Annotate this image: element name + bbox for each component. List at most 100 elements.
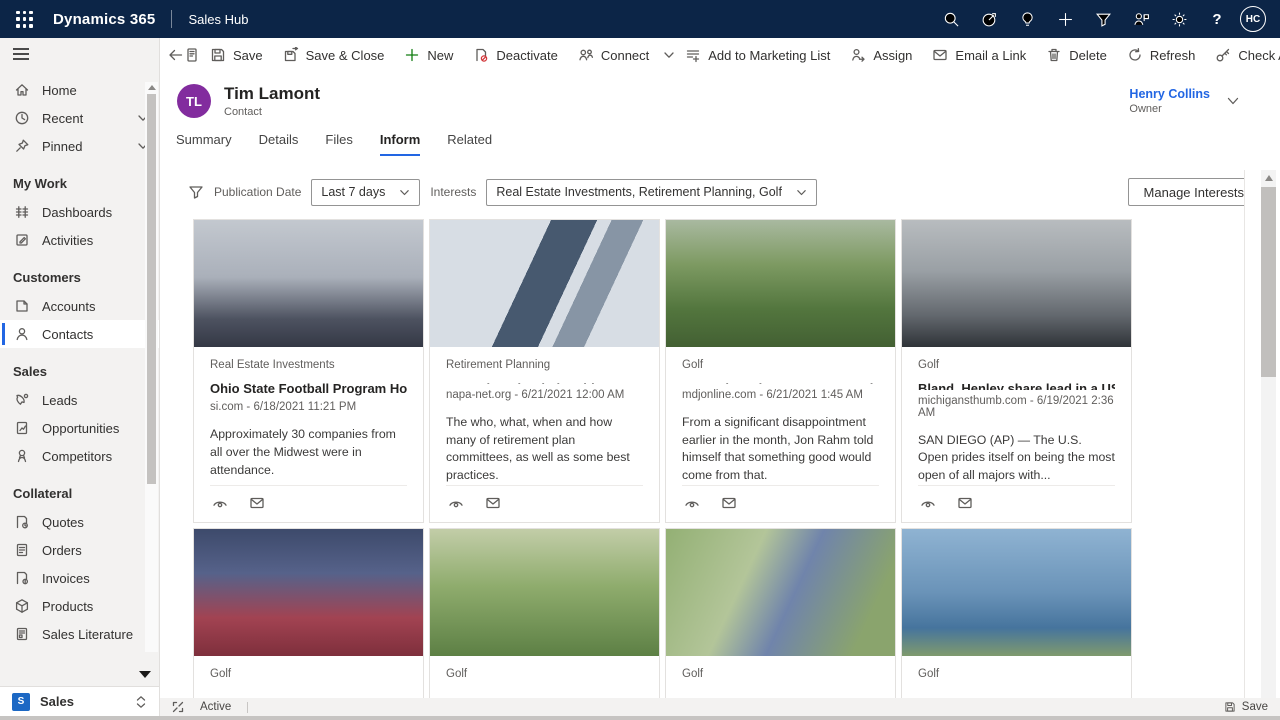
- sidebar-item-leads[interactable]: Leads: [0, 386, 159, 414]
- connect-button[interactable]: Connect: [568, 38, 659, 72]
- orders-icon: [14, 542, 30, 558]
- back-button[interactable]: [168, 38, 184, 72]
- assign-button[interactable]: Assign: [840, 38, 922, 72]
- news-title[interactable]: Jon Rahm wins U.S. Open to claim first .…: [682, 381, 879, 384]
- sidebar-item-accounts[interactable]: Accounts: [0, 292, 159, 320]
- inform-filter-bar: Publication Date Last 7 days Interests R…: [188, 178, 1260, 206]
- interests-select[interactable]: Real Estate Investments, Retirement Plan…: [486, 179, 817, 206]
- chevron-down-icon[interactable]: [663, 38, 675, 72]
- sidebar-item-home[interactable]: Home: [0, 76, 159, 104]
- filter-funnel-icon[interactable]: [1084, 0, 1122, 38]
- scroll-up-arrow[interactable]: [1265, 175, 1273, 181]
- sidebar-item-orders[interactable]: Orders: [0, 536, 159, 564]
- vertical-scrollbar[interactable]: [1261, 170, 1276, 698]
- sidebar-item-competitors[interactable]: Competitors: [0, 442, 159, 470]
- email-icon[interactable]: [721, 495, 737, 511]
- sidebar-section-collateral: Collateral: [0, 470, 159, 508]
- target-arrow-icon[interactable]: [970, 0, 1008, 38]
- help-icon[interactable]: ?: [1198, 0, 1236, 38]
- news-card[interactable]: Golf Bland, Henley share lead in a US Op…: [901, 219, 1132, 523]
- tab-related[interactable]: Related: [447, 132, 492, 156]
- sidebar-section-sales: Sales: [0, 348, 159, 386]
- news-card[interactable]: Golf: [901, 528, 1132, 698]
- waffle-menu-icon[interactable]: [16, 11, 33, 28]
- publication-date-select[interactable]: Last 7 days: [311, 179, 420, 206]
- view-icon[interactable]: [684, 495, 700, 511]
- news-image: [902, 220, 1131, 347]
- sidebar-item-recent[interactable]: Recent: [0, 104, 159, 132]
- user-avatar[interactable]: HC: [1240, 6, 1266, 32]
- manage-interests-button[interactable]: Manage Interests: [1128, 178, 1260, 206]
- announcement-person-icon[interactable]: [1122, 0, 1160, 38]
- save-button[interactable]: Save: [200, 38, 273, 72]
- news-title[interactable]: Bland, Henley share lead in a US Open ..…: [918, 381, 1115, 390]
- scroll-thumb[interactable]: [1261, 187, 1276, 377]
- hub-name[interactable]: Sales Hub: [188, 12, 248, 27]
- email-icon[interactable]: [249, 495, 265, 511]
- sidebar-item-invoices[interactable]: Invoices: [0, 564, 159, 592]
- gear-icon[interactable]: [1160, 0, 1198, 38]
- area-switcher[interactable]: S Sales: [0, 686, 159, 716]
- sidebar-item-label: Orders: [42, 543, 82, 558]
- email-a-link-button[interactable]: Email a Link: [922, 38, 1036, 72]
- scroll-thumb[interactable]: [147, 94, 156, 484]
- search-icon[interactable]: [932, 0, 970, 38]
- sidebar-item-activities[interactable]: Activities: [0, 226, 159, 254]
- tab-inform[interactable]: Inform: [380, 132, 420, 156]
- email-icon: [932, 47, 948, 63]
- email-icon[interactable]: [485, 495, 501, 511]
- news-image: [194, 220, 423, 347]
- sidebar-item-products[interactable]: Products: [0, 592, 159, 620]
- check-access-button[interactable]: Check Access: [1205, 38, 1280, 72]
- add-to-marketing-list-button[interactable]: Add to Marketing List: [675, 38, 840, 72]
- sidebar-item-contacts[interactable]: Contacts: [0, 320, 159, 348]
- news-image: [430, 220, 659, 347]
- tab-details[interactable]: Details: [259, 132, 299, 156]
- news-card[interactable]: Golf: [665, 528, 896, 698]
- sidebar-scrollbar[interactable]: [145, 82, 158, 652]
- news-card[interactable]: Retirement Planning Committeed Relations…: [429, 219, 660, 523]
- card-actions: [682, 485, 879, 522]
- content-scroll-gutter: [1244, 170, 1280, 698]
- sidebar-item-label: Quotes: [42, 515, 84, 530]
- view-icon[interactable]: [448, 495, 464, 511]
- view-icon[interactable]: [212, 495, 228, 511]
- plus-icon[interactable]: [1046, 0, 1084, 38]
- owner-link[interactable]: Henry Collins: [1129, 87, 1210, 101]
- tab-files[interactable]: Files: [325, 132, 352, 156]
- sidebar-item-opportunities[interactable]: Opportunities: [0, 414, 159, 442]
- lightbulb-icon[interactable]: [1008, 0, 1046, 38]
- new-button[interactable]: New: [394, 38, 463, 72]
- email-icon[interactable]: [957, 495, 973, 511]
- tab-summary[interactable]: Summary: [176, 132, 232, 156]
- news-summary: Approximately 30 companies from all over…: [210, 426, 407, 479]
- news-title[interactable]: Ohio State Football Program Hosts Job ..…: [210, 381, 407, 396]
- statusbar-save-button[interactable]: Save: [1224, 701, 1268, 713]
- sidebar-item-dashboards[interactable]: Dashboards: [0, 198, 159, 226]
- news-title[interactable]: Committeed Relationships: [446, 381, 643, 384]
- save-and-close-button[interactable]: Save & Close: [273, 38, 395, 72]
- sidebar-item-quotes[interactable]: Quotes: [0, 508, 159, 536]
- contacts-icon: [14, 326, 30, 342]
- competitors-icon: [14, 448, 30, 464]
- deactivate-button[interactable]: Deactivate: [463, 38, 567, 72]
- delete-button[interactable]: Delete: [1036, 38, 1117, 72]
- sidebar-item-label: Competitors: [42, 449, 112, 464]
- sidebar-item-sales-literature[interactable]: Sales Literature: [0, 620, 159, 648]
- expand-icon[interactable]: [172, 701, 184, 713]
- news-card[interactable]: Golf: [193, 528, 424, 698]
- refresh-button[interactable]: Refresh: [1117, 38, 1206, 72]
- sidebar-item-label: Pinned: [42, 139, 82, 154]
- chevron-down-icon[interactable]: [1226, 94, 1240, 108]
- app-name[interactable]: Dynamics 365: [53, 11, 155, 28]
- view-icon[interactable]: [920, 495, 936, 511]
- scroll-up-arrow[interactable]: [148, 85, 156, 90]
- sidebar-item-pinned[interactable]: Pinned: [0, 132, 159, 160]
- news-card[interactable]: Golf Jon Rahm wins U.S. Open to claim fi…: [665, 219, 896, 523]
- sidebar-item-label: Invoices: [42, 571, 90, 586]
- form-selector-icon[interactable]: [184, 38, 200, 72]
- news-card[interactable]: Real Estate Investments Ohio State Footb…: [193, 219, 424, 523]
- sitemap-overflow-down-icon[interactable]: [139, 671, 151, 678]
- hamburger-menu-icon[interactable]: [0, 38, 159, 72]
- news-card[interactable]: Golf: [429, 528, 660, 698]
